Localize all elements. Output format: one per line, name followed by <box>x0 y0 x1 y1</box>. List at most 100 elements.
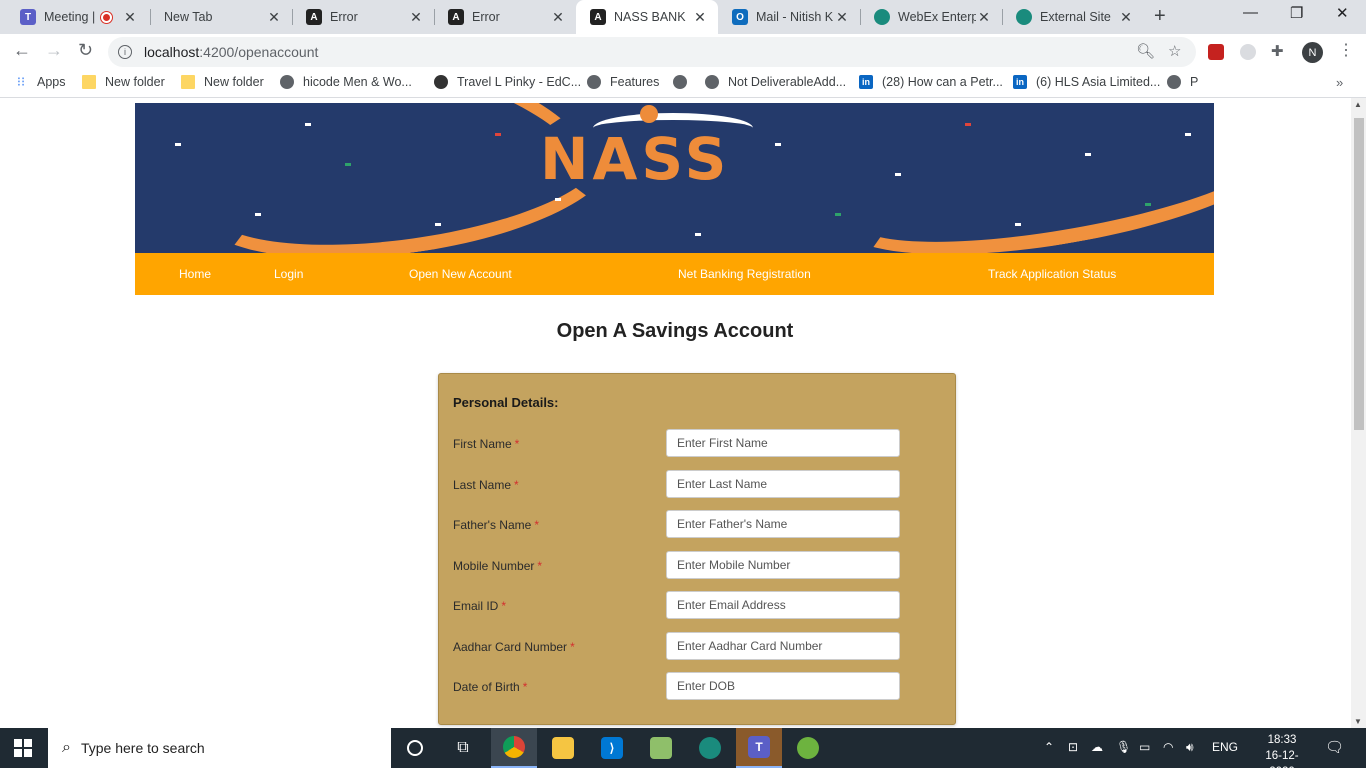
required-asterisk: * <box>514 478 519 492</box>
tab-error-1[interactable]: A Error ✕ <box>292 0 434 34</box>
restore-button[interactable]: ❐ <box>1290 4 1303 22</box>
bookmark-star-icon[interactable]: ☆ <box>1168 42 1181 60</box>
close-icon[interactable]: ✕ <box>550 9 566 26</box>
aadhar-input[interactable] <box>666 632 900 660</box>
bookmark-not-deliverable[interactable]: Not DeliverableAdd... <box>705 75 846 89</box>
mobile-number-input[interactable] <box>666 551 900 579</box>
bookmark-unnamed[interactable] <box>673 75 696 89</box>
tab-new-tab[interactable]: New Tab ✕ <box>150 0 292 34</box>
battery-icon[interactable]: ▭ <box>1139 740 1150 754</box>
close-icon[interactable]: ✕ <box>1118 9 1134 26</box>
close-icon[interactable]: ✕ <box>408 9 424 26</box>
bookmark-linkedin-2[interactable]: in (6) HLS Asia Limited... <box>1013 75 1160 89</box>
taskbar-chrome[interactable] <box>491 728 537 768</box>
extensions-puzzle-icon[interactable]: ✚ <box>1271 42 1284 60</box>
bookmarks-bar: ⁝⁝ Apps New folder New folder hicode Men… <box>0 70 1366 98</box>
nav-open-new-account[interactable]: Open New Account <box>409 267 512 281</box>
bookmark-travel[interactable]: Travel L Pinky - EdC... <box>434 75 581 89</box>
close-icon[interactable]: ✕ <box>692 9 708 26</box>
new-tab-button[interactable]: + <box>1154 5 1166 28</box>
page-scrollbar[interactable]: ▲ ▼ <box>1351 98 1366 728</box>
info-icon[interactable]: i <box>118 45 132 59</box>
confetti <box>775 143 781 146</box>
section-title: Personal Details: <box>453 395 559 410</box>
address-bar[interactable]: i localhost:4200/openaccount <box>108 37 1196 67</box>
minimize-button[interactable]: — <box>1243 4 1258 21</box>
bookmark-hicode[interactable]: hicode Men & Wo... <box>280 75 412 89</box>
angular-icon: A <box>448 9 464 25</box>
zoom-icon[interactable]: 🔍︎ <box>1136 42 1155 60</box>
browser-menu-icon[interactable]: ⋮ <box>1338 40 1354 60</box>
cortana-button[interactable] <box>392 728 438 768</box>
back-button[interactable]: ← <box>13 40 31 61</box>
last-name-input[interactable] <box>666 470 900 498</box>
extension-red-icon[interactable] <box>1208 44 1224 60</box>
tab-title: New Tab <box>164 10 213 24</box>
angular-icon: A <box>306 9 322 25</box>
taskbar-spring[interactable] <box>785 728 831 768</box>
close-icon[interactable]: ✕ <box>976 9 992 26</box>
tab-error-2[interactable]: A Error ✕ <box>434 0 576 34</box>
tab-mail[interactable]: O Mail - Nitish K ✕ <box>718 0 860 34</box>
scroll-down-icon[interactable]: ▼ <box>1354 717 1362 726</box>
forward-button[interactable]: → <box>45 40 63 61</box>
teams-icon: T <box>20 9 36 25</box>
webex-icon <box>874 9 890 25</box>
tray-device-icon[interactable]: ⊡ <box>1068 740 1078 754</box>
nav-login[interactable]: Login <box>274 267 303 281</box>
taskbar-app-green[interactable] <box>638 728 684 768</box>
windows-start-icon[interactable] <box>14 739 32 757</box>
tab-external-site[interactable]: External Site ✕ <box>1002 0 1144 34</box>
bookmark-folder-1[interactable]: New folder <box>82 75 165 89</box>
scrollbar-thumb[interactable] <box>1354 118 1364 430</box>
close-window-button[interactable]: ✕ <box>1336 4 1349 22</box>
taskbar-teams[interactable]: T <box>736 728 782 768</box>
nav-net-banking-registration[interactable]: Net Banking Registration <box>678 267 811 281</box>
bookmark-p[interactable]: P <box>1167 75 1198 89</box>
dob-input[interactable] <box>666 672 900 700</box>
bookmark-label: New folder <box>105 75 165 89</box>
fathers-name-input[interactable] <box>666 510 900 538</box>
webex-icon <box>699 737 721 759</box>
extension-grey-icon[interactable] <box>1240 44 1256 60</box>
reload-button[interactable]: ↻ <box>78 40 93 61</box>
first-name-input[interactable] <box>666 429 900 457</box>
taskbar-clock[interactable]: 18:33 16-12-2020 <box>1254 732 1310 780</box>
tab-title: Error <box>330 10 358 24</box>
taskbar-file-explorer[interactable] <box>540 728 586 768</box>
taskbar-webex[interactable] <box>687 728 733 768</box>
close-icon[interactable]: ✕ <box>122 9 138 26</box>
bookmark-linkedin-1[interactable]: in (28) How can a Petr... <box>859 75 1003 89</box>
scroll-up-icon[interactable]: ▲ <box>1354 100 1362 109</box>
bookmark-apps[interactable]: ⁝⁝ Apps <box>14 74 66 89</box>
onedrive-icon[interactable]: ☁ <box>1091 740 1103 754</box>
wifi-icon[interactable]: ◠ <box>1163 740 1173 754</box>
close-icon[interactable]: ✕ <box>834 9 850 26</box>
more-bookmarks-icon[interactable]: » <box>1336 75 1343 90</box>
email-input[interactable] <box>666 591 900 619</box>
ribbon-decoration <box>828 103 1214 253</box>
tab-meeting[interactable]: T Meeting | ✕ <box>6 0 148 34</box>
tab-title: WebEx Enterpr <box>898 10 976 24</box>
required-asterisk: * <box>570 640 575 654</box>
profile-avatar[interactable]: N <box>1302 42 1323 63</box>
notification-icon[interactable]: 🗨︎ <box>1325 738 1344 756</box>
nav-track-application-status[interactable]: Track Application Status <box>988 267 1116 281</box>
windows-taskbar: ⌕ Type here to search ⧉ ⟩ T ⌃ ⊡ ☁ 🎙︎ ▭ ◠… <box>0 728 1366 778</box>
language-indicator[interactable]: ENG <box>1212 740 1238 754</box>
bookmark-folder-2[interactable]: New folder <box>181 75 264 89</box>
linkedin-icon: in <box>1013 75 1027 89</box>
clock-date: 16-12-2020 <box>1265 750 1299 778</box>
tab-nass-bank[interactable]: A NASS BANK ✕ <box>576 0 718 34</box>
taskbar-vscode[interactable]: ⟩ <box>589 728 635 768</box>
browser-toolbar: ← → ↻ i localhost:4200/openaccount 🔍︎ ☆ … <box>0 34 1366 70</box>
taskbar-search-box[interactable]: ⌕ Type here to search <box>48 728 391 768</box>
close-icon[interactable]: ✕ <box>266 9 282 26</box>
volume-icon[interactable]: 🔊︎ <box>1186 740 1194 755</box>
tab-webex[interactable]: WebEx Enterpr ✕ <box>860 0 1002 34</box>
bookmark-features[interactable]: Features <box>587 75 659 89</box>
nav-home[interactable]: Home <box>179 267 211 281</box>
microphone-icon[interactable]: 🎙︎ <box>1116 740 1131 754</box>
tray-chevron-icon[interactable]: ⌃ <box>1044 740 1054 754</box>
task-view-button[interactable]: ⧉ <box>440 728 486 768</box>
